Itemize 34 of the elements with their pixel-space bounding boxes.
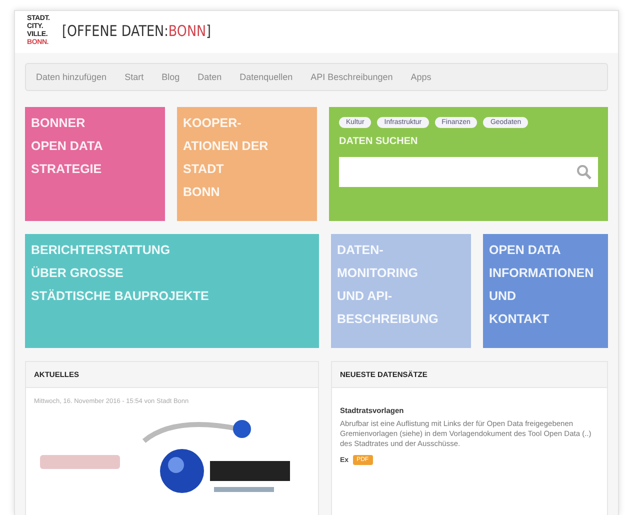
tile-title: OPEN DATA <box>489 242 562 259</box>
search-icon[interactable] <box>576 164 592 180</box>
tile-title: MONITORING <box>337 265 420 282</box>
tile-title: BESCHREIBUNG <box>337 311 440 328</box>
feature-tile[interactable]: BERICHTERSTATTUNG ÜBER GROSSE STÄDTISCHE BAUPROJEKTE <box>25 234 319 348</box>
tile-title: OPEN DATA <box>31 138 104 155</box>
tile-title: UND <box>489 288 518 305</box>
nav-link[interactable]: Datenquellen <box>240 72 293 82</box>
tile-title: ATIONEN DER <box>183 138 270 155</box>
tile-title: BONN <box>183 184 221 201</box>
tile-title: KONTAKT <box>489 311 550 328</box>
feature-tile[interactable]: OPEN DATA INFORMATIONEN UND KONTAKT <box>483 234 608 348</box>
nav-link[interactable]: API Beschreibungen <box>310 72 393 82</box>
tile-title: BERICHTERSTATTUNG <box>31 242 172 259</box>
tile-title: UND API- <box>337 288 394 305</box>
tile-title: STÄDTISCHE BAUPROJEKTE <box>31 288 210 305</box>
nav-link[interactable]: Daten hinzufügen <box>36 72 107 82</box>
tile-title: INFORMATIONEN <box>489 265 595 282</box>
tile-title: DATEN- <box>337 242 384 259</box>
nav-link[interactable]: Blog <box>162 72 180 82</box>
tile-title: ÜBER GROSSE <box>31 265 124 282</box>
feature-tile[interactable]: BONNER OPEN DATA STRATEGIE <box>25 107 165 221</box>
nav-link[interactable]: Apps <box>410 72 432 82</box>
feature-tile[interactable]: KOOPER- ATIONEN DER STADT BONN <box>177 107 317 221</box>
search-field[interactable] <box>339 157 598 187</box>
tile-title: STRATEGIE <box>31 161 103 178</box>
nav-link[interactable]: Start <box>124 72 144 82</box>
tile-title: STADT <box>183 161 225 178</box>
feature-tile[interactable]: DATEN- MONITORING UND API- BESCHREIBUNG <box>331 234 471 348</box>
site-title[interactable]: [OFFENE DATEN:BONN] <box>62 22 211 40</box>
tile-title: KOOPER- <box>183 115 242 132</box>
tile-title: BONNER <box>31 115 86 132</box>
nav-link[interactable]: Daten <box>198 72 222 82</box>
search-heading: DATEN SUCHEN <box>339 136 419 147</box>
